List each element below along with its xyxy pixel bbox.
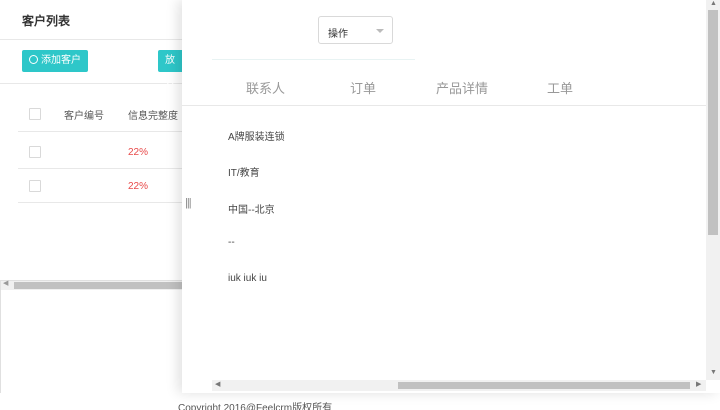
- drawer-vertical-scrollbar[interactable]: ▲ ▼: [706, 0, 720, 380]
- field-company: A牌服装连锁: [228, 132, 285, 143]
- scroll-down-arrow-icon[interactable]: ▼: [710, 369, 717, 376]
- scroll-left-arrow-icon[interactable]: ◀: [3, 279, 8, 287]
- divider: [0, 280, 1, 393]
- tab-orders[interactable]: 订单: [350, 78, 376, 97]
- scroll-up-arrow-icon[interactable]: ▲: [710, 0, 717, 7]
- resize-handle[interactable]: |||: [185, 197, 192, 209]
- scroll-right-arrow-icon[interactable]: ▶: [696, 380, 701, 388]
- user-add-icon: [29, 55, 38, 64]
- list-horizontal-scrollbar[interactable]: ◀: [0, 280, 190, 290]
- divider: [212, 59, 415, 60]
- column-header-number: 客户编号: [64, 111, 104, 122]
- customer-detail-drawer: ||| 操作 联系人 订单 产品详情 工单 A牌服装连锁 IT/教育 中国--北…: [182, 0, 720, 393]
- field-industry: IT/教育: [228, 168, 260, 179]
- field-empty: --: [228, 237, 235, 248]
- table-row[interactable]: 22%: [18, 135, 188, 169]
- drawer-horizontal-scrollbar[interactable]: ◀ ▶: [212, 380, 706, 391]
- caret-down-icon: [376, 29, 384, 33]
- row-checkbox[interactable]: [29, 146, 41, 158]
- row-checkbox[interactable]: [29, 180, 41, 192]
- tab-contacts[interactable]: 联系人: [246, 78, 285, 97]
- page-title: 客户列表: [22, 14, 71, 28]
- add-customer-label: 添加客户: [41, 55, 81, 66]
- scrollbar-thumb[interactable]: [398, 382, 690, 389]
- scrollbar-thumb[interactable]: [14, 282, 184, 289]
- action-select-value: 操作: [328, 29, 348, 40]
- select-all-checkbox[interactable]: [29, 108, 41, 120]
- field-note: iuk iuk iu: [228, 273, 267, 284]
- scroll-left-arrow-icon[interactable]: ◀: [215, 380, 220, 388]
- copyright-footer: Copyright 2016@Feelcrm版权所有: [178, 403, 333, 410]
- detail-tabs: 联系人 订单 产品详情 工单: [182, 68, 706, 106]
- completeness-value: 22%: [128, 147, 149, 158]
- column-header-completeness: 信息完整度: [128, 111, 178, 122]
- field-region: 中国--北京: [228, 205, 275, 216]
- action-select[interactable]: 操作: [318, 16, 393, 44]
- completeness-value: 22%: [128, 181, 149, 192]
- scrollbar-thumb[interactable]: [708, 10, 718, 235]
- table-header: 客户编号 信息完整度: [18, 96, 188, 132]
- table-row[interactable]: 22%: [18, 169, 188, 203]
- add-customer-button[interactable]: 添加客户: [22, 50, 88, 72]
- move-to-pool-label: 放入: [165, 55, 175, 88]
- tab-tickets[interactable]: 工单: [547, 78, 573, 97]
- tab-product-details[interactable]: 产品详情: [436, 78, 488, 97]
